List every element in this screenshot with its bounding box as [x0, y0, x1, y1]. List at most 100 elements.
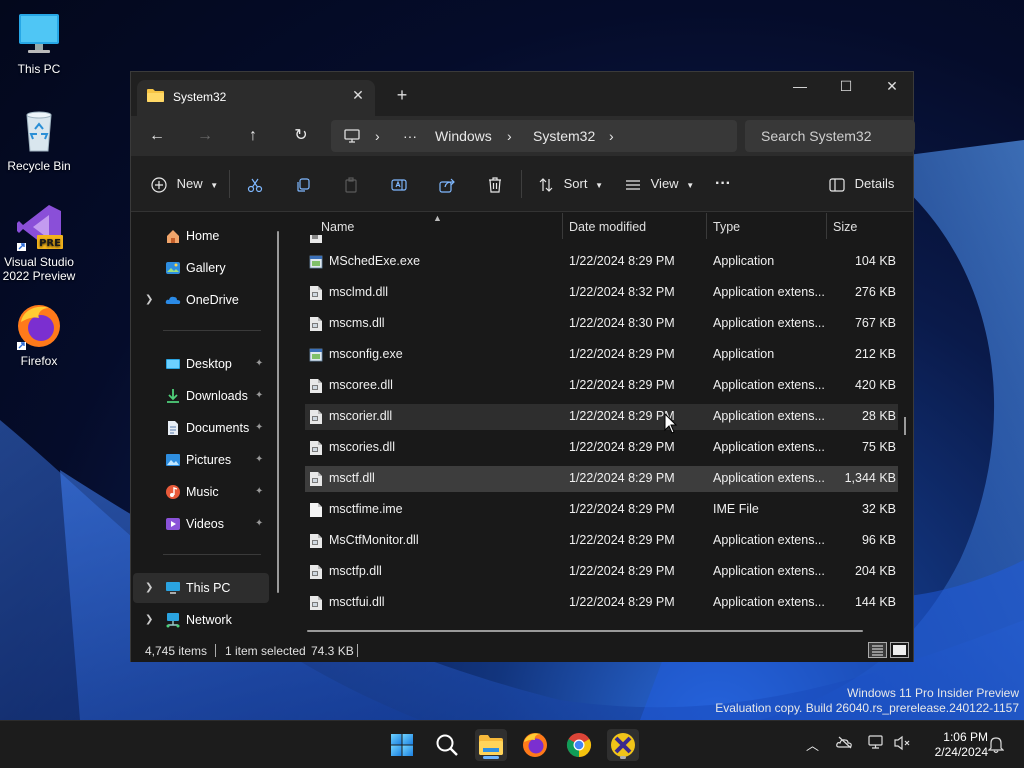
breadcrumb-system32[interactable]: System32	[533, 128, 595, 144]
watermark-edition: Windows 11 Pro Insider Preview	[847, 686, 1019, 700]
new-tab-button[interactable]: +	[393, 86, 411, 104]
pin-icon: ✦	[255, 454, 264, 465]
file-list-scrollbar[interactable]	[904, 417, 906, 435]
sidebar-item-onedrive[interactable]: ❯ OneDrive	[133, 285, 269, 315]
table-row[interactable]: msctfp.dll 1/22/2024 8:29 PM Application e…	[305, 559, 898, 585]
pin-icon: ✦	[255, 390, 264, 401]
show-hidden-icons-chevron-up-icon[interactable]: ︿	[806, 735, 819, 754]
sidebar-scrollbar[interactable]	[277, 231, 279, 593]
sidebar-item-pictures[interactable]: Pictures ✦	[133, 445, 269, 475]
taskbar-firefox[interactable]	[519, 729, 551, 761]
horizontal-scrollbar[interactable]	[307, 630, 863, 632]
details-view-button[interactable]	[868, 642, 887, 658]
sidebar-item-label: OneDrive	[186, 293, 239, 307]
file-name: msctfui.dll	[329, 595, 385, 609]
close-tab-icon[interactable]: ✕	[349, 86, 367, 104]
volume-muted-icon[interactable]	[893, 735, 911, 751]
column-header-size[interactable]: Size	[833, 220, 857, 234]
close-window-button[interactable]: ✕	[869, 72, 915, 102]
table-row[interactable]	[305, 235, 898, 249]
minimize-button[interactable]: —	[777, 72, 823, 102]
dll-icon	[310, 441, 322, 455]
taskbar-chrome[interactable]	[563, 729, 595, 761]
file-name: mscories.dll	[329, 440, 395, 454]
firefox-icon	[523, 733, 547, 757]
table-row[interactable]: MSchedExe.exe 1/22/2024 8:29 PM Applicatio…	[305, 249, 898, 275]
table-row[interactable]: msctfime.ime 1/22/2024 8:29 PM IME File 32 …	[305, 497, 898, 523]
large-icons-view-button[interactable]	[890, 642, 909, 658]
column-header-name[interactable]: Name	[321, 220, 354, 234]
sidebar-item-downloads[interactable]: Downloads ✦	[133, 381, 269, 411]
forward-button[interactable]: →	[191, 124, 219, 148]
details-button[interactable]: Details	[829, 170, 894, 198]
mouse-cursor-icon	[664, 413, 678, 434]
file-type: Application extens...	[713, 440, 825, 454]
sidebar-item-label: Documents	[186, 421, 250, 435]
sidebar-item-music[interactable]: Music ✦	[133, 477, 269, 507]
file-date: 1/22/2024 8:29 PM	[569, 347, 675, 361]
desktop-icon-recycle-bin[interactable]: Recycle Bin	[0, 107, 78, 173]
table-row[interactable]: msctf.dll 1/22/2024 8:29 PM Application ex…	[305, 466, 898, 492]
refresh-button[interactable]: ↻	[287, 124, 315, 148]
sidebar-item-documents[interactable]: Documents ✦	[133, 413, 269, 443]
notification-bell-icon[interactable]	[988, 736, 1004, 754]
file-size: 32 KB	[861, 502, 896, 516]
new-label: New	[176, 176, 203, 191]
chevron-right-icon[interactable]: ❯	[145, 605, 153, 635]
sidebar-item-home[interactable]: Home	[133, 221, 269, 251]
music-icon	[166, 485, 180, 499]
table-row[interactable]: msctfui.dll 1/22/2024 8:29 PM Application …	[305, 590, 898, 616]
search-box[interactable]: Search System32	[745, 120, 915, 152]
sidebar-item-this-pc[interactable]: ❯ This PC	[133, 573, 269, 603]
desktop-icon-this-pc[interactable]: This PC	[0, 10, 78, 76]
breadcrumb-more[interactable]: ···	[403, 128, 417, 144]
desktop-icon-visual-studio[interactable]: PRE Visual Studio 2022 Preview	[0, 203, 78, 283]
back-button[interactable]: ←	[143, 124, 171, 148]
view-button[interactable]: View ▼	[625, 170, 694, 198]
sidebar-item-gallery[interactable]: Gallery	[133, 253, 269, 283]
desktop-icon-firefox[interactable]: Firefox	[0, 302, 78, 368]
delete-button[interactable]	[487, 170, 503, 198]
table-row[interactable]: mscms.dll 1/22/2024 8:30 PM Application ex…	[305, 311, 898, 337]
table-row[interactable]: MsCtfMonitor.dll 1/22/2024 8:29 PM Applica…	[305, 528, 898, 554]
table-row[interactable]: msconfig.exe 1/22/2024 8:29 PM Application…	[305, 342, 898, 368]
breadcrumb-separator[interactable]: ›	[507, 128, 512, 144]
onedrive-offline-icon[interactable]	[836, 735, 854, 749]
column-header-type[interactable]: Type	[713, 220, 740, 234]
table-row[interactable]: mscorier.dll 1/22/2024 8:29 PM Application…	[305, 404, 898, 430]
table-row[interactable]: msclmd.dll 1/22/2024 8:32 PM Application e…	[305, 280, 898, 306]
tab-system32[interactable]: System32 ✕	[137, 80, 375, 116]
taskbar-xming[interactable]	[607, 729, 639, 761]
more-options-button[interactable]: ···	[715, 170, 731, 198]
start-button[interactable]	[386, 729, 418, 761]
divider	[163, 330, 261, 331]
chevron-right-icon[interactable]: ❯	[145, 285, 153, 315]
breadcrumb-separator[interactable]: ›	[609, 128, 614, 144]
up-button[interactable]: ↑	[239, 124, 267, 148]
table-row[interactable]: mscoree.dll 1/22/2024 8:29 PM Application …	[305, 373, 898, 399]
network-status-icon[interactable]	[868, 735, 886, 749]
rename-button[interactable]	[391, 170, 407, 198]
breadcrumb-windows[interactable]: Windows	[435, 128, 492, 144]
new-button[interactable]: New ▼	[151, 170, 218, 198]
address-bar[interactable]: › ··· Windows › System32 ›	[331, 120, 737, 152]
maximize-button[interactable]: ☐	[823, 72, 869, 102]
divider	[229, 170, 230, 198]
cut-button[interactable]	[247, 170, 263, 198]
sidebar-item-desktop[interactable]: Desktop ✦	[133, 349, 269, 379]
taskbar-file-explorer[interactable]	[475, 729, 507, 761]
copy-button[interactable]	[295, 170, 311, 198]
share-button[interactable]	[439, 170, 455, 198]
paste-button[interactable]	[343, 170, 359, 198]
system-clock[interactable]: 1:06 PM 2/24/2024	[920, 730, 988, 760]
sidebar-item-videos[interactable]: Videos ✦	[133, 509, 269, 539]
sort-button[interactable]: Sort ▼	[538, 170, 603, 198]
rename-icon	[391, 178, 407, 191]
breadcrumb-separator[interactable]: ›	[375, 128, 380, 144]
chevron-right-icon[interactable]: ❯	[145, 573, 153, 603]
table-row[interactable]: mscories.dll 1/22/2024 8:29 PM Application…	[305, 435, 898, 461]
share-icon	[439, 178, 455, 193]
sidebar-item-network[interactable]: ❯ Network	[133, 605, 269, 635]
column-header-date[interactable]: Date modified	[569, 220, 646, 234]
search-button[interactable]	[431, 729, 463, 761]
